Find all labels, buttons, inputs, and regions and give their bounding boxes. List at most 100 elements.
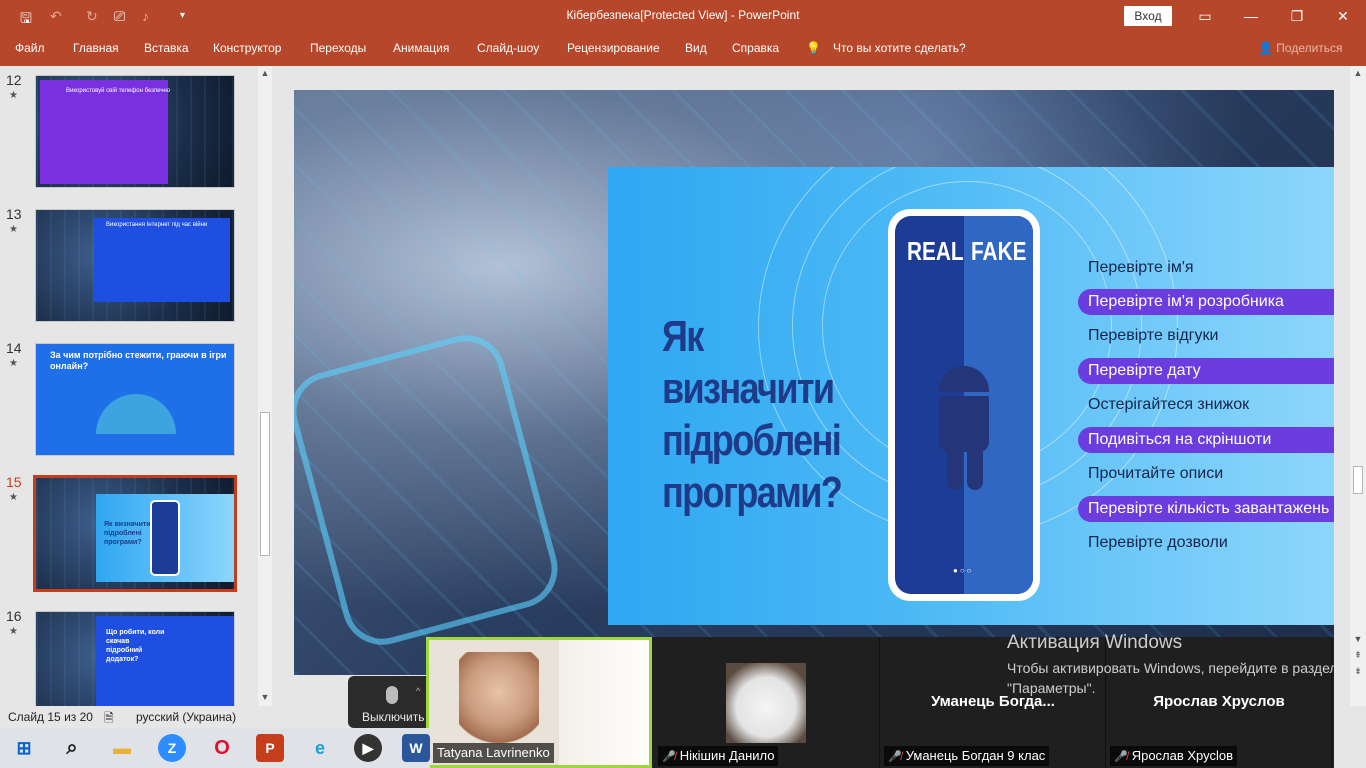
phone-graphic: REAL FAKE ●○○ (888, 209, 1040, 601)
tip-item: Перевірте відгуки (1088, 327, 1219, 344)
animation-star-icon: ★ (9, 358, 18, 369)
tab-view[interactable]: Вид (685, 41, 707, 55)
scrollbar-thumb[interactable] (1353, 466, 1363, 494)
tab-slideshow[interactable]: Слайд-шоу (477, 41, 539, 55)
lightbulb-icon: 💡 (806, 41, 821, 55)
scroll-down-icon[interactable]: ▼ (1351, 632, 1365, 646)
tab-file[interactable]: Файл (15, 41, 45, 55)
tip-item: Остерігайтеся знижок (1088, 396, 1250, 413)
scroll-up-icon[interactable]: ▲ (1351, 66, 1365, 80)
microphone-icon[interactable] (386, 686, 398, 704)
zoom-app-icon[interactable]: Z (158, 734, 186, 762)
slide-editor: Як визначити підроблені програми? REAL F… (276, 66, 1350, 706)
page-dots: ●○○ (953, 566, 974, 575)
muted-mic-icon: 🎤̸ (662, 751, 676, 763)
slide-number: 14 (6, 340, 22, 356)
sign-in-button[interactable]: Вход (1124, 6, 1172, 26)
chevron-up-icon[interactable]: ^ (416, 686, 420, 696)
share-label: Поделиться (1276, 41, 1343, 55)
participant-name: 🎤̸ Нікішин Данило (658, 746, 779, 766)
file-explorer-icon[interactable]: ▬ (108, 734, 136, 762)
search-icon[interactable]: ⌕ (58, 734, 86, 762)
participant-name: Tatyana Lavrinenko (433, 743, 554, 763)
animation-star-icon: ★ (9, 90, 18, 101)
title-bar: 🖫 ↶ ↻ ⎚ ♪ ▾ Кібербезпека[Protected View]… (0, 0, 1366, 32)
ribbon-tabs: Файл Главная Вставка Конструктор Переход… (0, 32, 1366, 66)
tip-item: Перевірте кількість завантажень (1078, 496, 1334, 522)
tip-item: Перевірте дату (1078, 358, 1334, 384)
language-indicator[interactable]: русский (Украина) (136, 710, 236, 724)
android-icon (937, 366, 991, 516)
tip-item: Перевірте дозволи (1088, 534, 1228, 551)
ribbon-display-options-icon[interactable]: ▭ (1190, 4, 1220, 28)
tip-item: Перевірте ім'я (1088, 259, 1194, 276)
real-label: REAL (907, 236, 964, 266)
avatar (726, 663, 806, 743)
tip-item: Подивіться на скріншоти (1078, 427, 1334, 453)
activation-title: Активация Windows (1007, 632, 1183, 653)
restore-button[interactable]: ❐ (1282, 4, 1312, 28)
windows-activation-watermark: Активация Windows Чтобы активировать Win… (1007, 632, 1347, 698)
share-button[interactable]: 👤 Поделиться (1258, 41, 1343, 55)
mute-label: Выключить (362, 710, 425, 724)
windows-start-icon[interactable]: ⊞ (10, 734, 38, 762)
participant-tile[interactable]: 🎤̸ Нікішин Данило (654, 637, 880, 768)
person-icon: 👤 (1258, 41, 1277, 55)
thumb-title: Що робити, коли скачав підробний додаток… (106, 629, 165, 663)
slide-thumbnail-13[interactable]: Використання Інтернет під час війни (35, 209, 235, 322)
slide-thumbnail-15[interactable]: Як визначити підроблені програми? (33, 475, 237, 592)
scrollbar-thumb[interactable] (260, 412, 270, 556)
slide-number: 15 (6, 474, 22, 490)
powerpoint-icon[interactable]: P (256, 734, 284, 762)
slide-title: Як визначити підроблені програми? (662, 312, 843, 517)
thumbnail-scrollbar[interactable]: ▲ ▼ (258, 66, 272, 706)
slide-number: 16 (6, 608, 22, 624)
thumb-title: Використовуй свій телефон безпечно (66, 88, 171, 94)
tab-transitions[interactable]: Переходы (310, 41, 366, 55)
animation-star-icon: ★ (9, 224, 18, 235)
windows-taskbar: ⊞ ⌕ ▬ Z O P e ▶ W (0, 728, 430, 768)
tip-item: Перевірте ім'я розробника (1078, 289, 1334, 315)
thumb-title: Використання Інтернет під час війни (106, 222, 208, 228)
participant-tile[interactable]: Tatyana Lavrinenko (426, 637, 652, 768)
activation-text: Чтобы активировать Windows, перейдите в … (1007, 660, 1338, 696)
tell-me-search[interactable]: Что вы хотите сделать? (833, 41, 966, 55)
editor-scrollbar[interactable]: ▲ ▼ ⇞ ⇟ (1350, 66, 1366, 706)
opera-icon[interactable]: O (208, 734, 236, 762)
tab-insert[interactable]: Вставка (144, 41, 189, 55)
slide-thumbnail-12[interactable]: Використовуй свій телефон безпечно (35, 75, 235, 188)
word-icon[interactable]: W (402, 734, 430, 762)
close-button[interactable]: ✕ (1328, 4, 1358, 28)
scroll-down-icon[interactable]: ▼ (258, 690, 272, 704)
edge-icon[interactable]: e (306, 734, 334, 762)
slide-thumbnail-16[interactable]: Що робити, коли скачав підробний додаток… (35, 611, 235, 706)
tab-animations[interactable]: Анимация (393, 41, 449, 55)
participant-name: 🎤̸ Уманець Богдан 9 клас (884, 746, 1050, 766)
animation-star-icon: ★ (9, 626, 18, 637)
tab-review[interactable]: Рецензирование (567, 41, 660, 55)
muted-mic-icon: 🎤̸ (1114, 751, 1128, 763)
content-panel: Як визначити підроблені програми? REAL F… (608, 167, 1334, 625)
current-slide[interactable]: Як визначити підроблені програми? REAL F… (294, 90, 1334, 675)
next-slide-icon[interactable]: ⇟ (1351, 664, 1365, 678)
thumb-title: За чим потрібно стежити, граючи в ігри о… (50, 350, 227, 371)
minimize-button[interactable]: — (1236, 4, 1266, 28)
tab-help[interactable]: Справка (732, 41, 779, 55)
thumb-title: Як визначити підроблені програми? (104, 521, 151, 546)
previous-slide-icon[interactable]: ⇞ (1351, 648, 1365, 662)
animation-star-icon: ★ (9, 492, 18, 503)
slide-number: 12 (6, 72, 22, 88)
participant-video (459, 652, 539, 752)
media-player-icon[interactable]: ▶ (354, 734, 382, 762)
fake-label: FAKE (971, 236, 1027, 266)
participant-name: 🎤̸ Ярослав Хрусlов (1110, 746, 1238, 766)
scroll-up-icon[interactable]: ▲ (258, 66, 272, 80)
slide-thumbnail-panel: 12 ★ Використовуй свій телефон безпечно … (0, 66, 276, 706)
spellcheck-icon[interactable]: 🗎 (104, 709, 114, 730)
tab-home[interactable]: Главная (73, 41, 119, 55)
zoom-mute-control[interactable]: ^ Выключить (348, 676, 430, 728)
muted-mic-icon: 🎤̸ (888, 751, 902, 763)
slide-counter: Слайд 15 из 20 (8, 710, 93, 724)
tab-design[interactable]: Конструктор (213, 41, 281, 55)
slide-thumbnail-14[interactable]: За чим потрібно стежити, граючи в ігри о… (35, 343, 235, 456)
